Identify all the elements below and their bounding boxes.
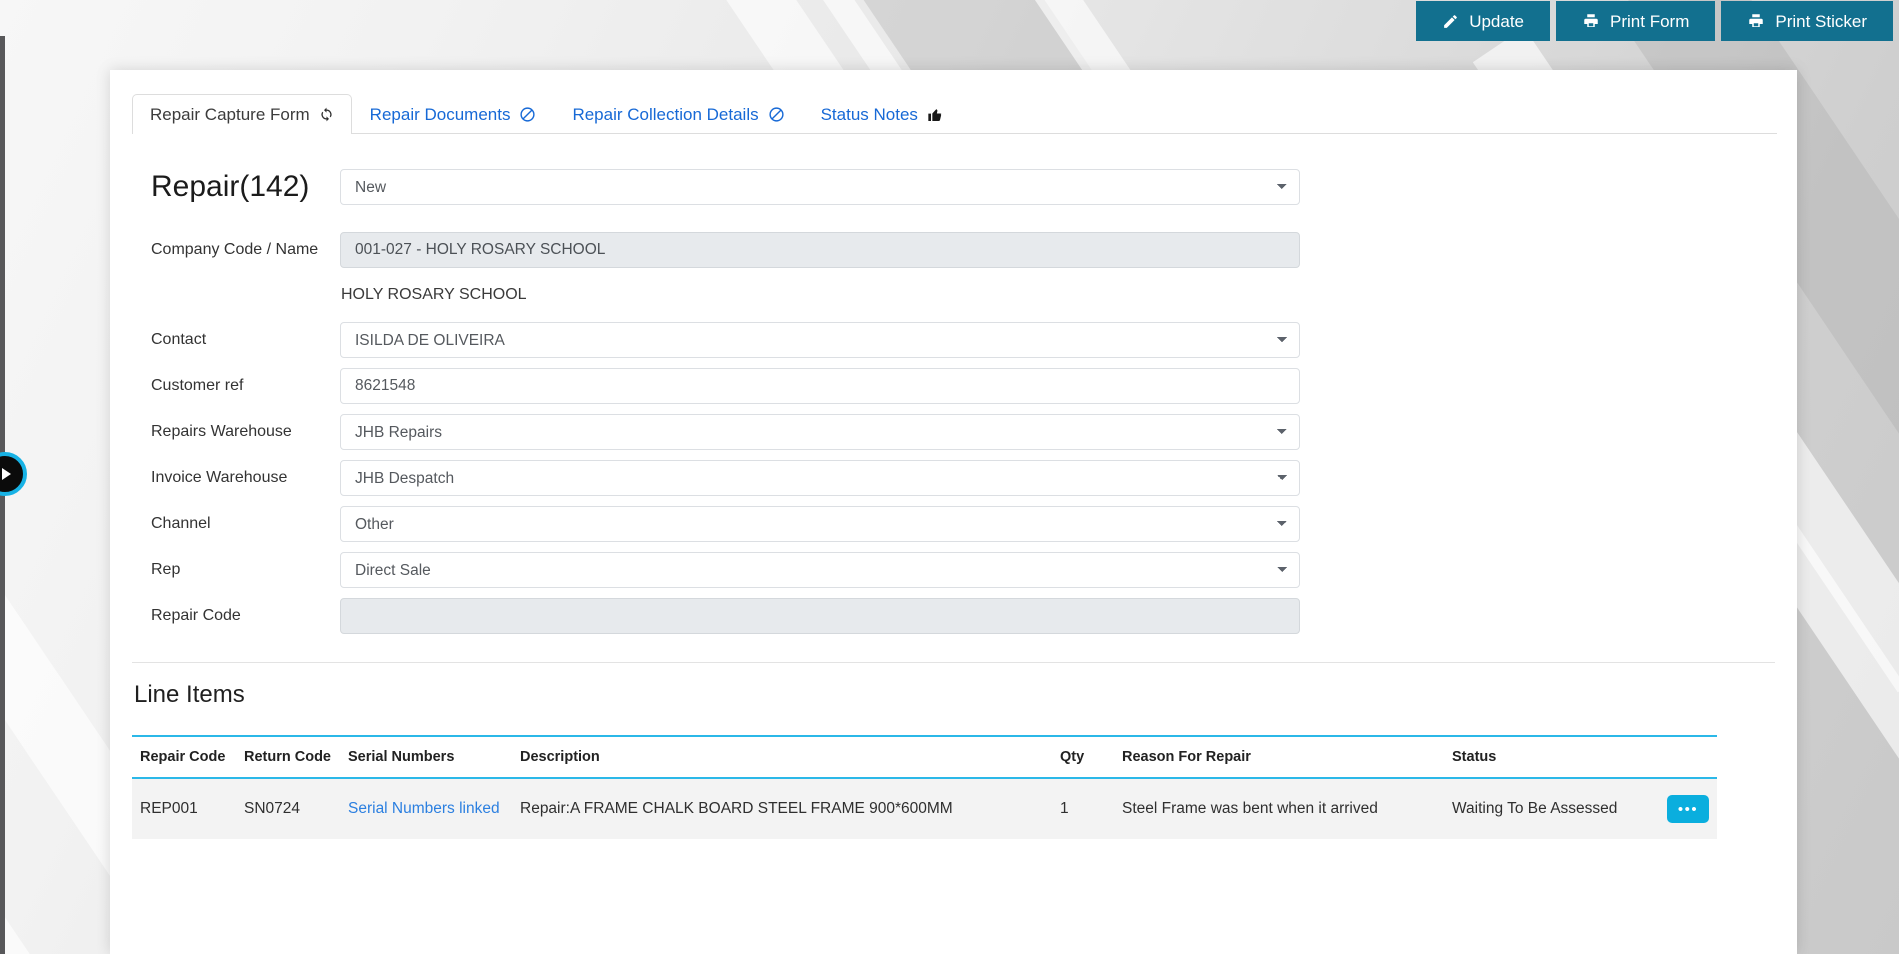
thumbs-up-icon bbox=[927, 107, 943, 123]
repair-code-field-wrap bbox=[340, 598, 1300, 635]
column-header-status: Status bbox=[1444, 735, 1659, 780]
column-header-serial-numbers: Serial Numbers bbox=[340, 735, 512, 780]
rep-label: Rep bbox=[151, 561, 181, 579]
app-background: Update Print Form Print Sticker Repair C… bbox=[0, 0, 1899, 954]
printer-icon bbox=[1582, 12, 1600, 30]
contact-select[interactable]: ISILDA DE OLIVEIRA bbox=[340, 322, 1300, 359]
company-input[interactable] bbox=[340, 232, 1300, 269]
company-label: Company Code / Name bbox=[151, 241, 319, 259]
ban-icon bbox=[768, 106, 785, 123]
tab-repair-documents[interactable]: Repair Documents bbox=[352, 94, 555, 134]
repairs-warehouse-field-wrap: JHB Repairs bbox=[340, 414, 1300, 451]
channel-row: Channel Other bbox=[110, 506, 1797, 543]
tab-label: Status Notes bbox=[820, 104, 918, 124]
channel-select[interactable]: Other bbox=[340, 506, 1300, 543]
column-header-return-code: Return Code bbox=[236, 735, 340, 780]
rep-select[interactable]: Direct Sale bbox=[340, 552, 1300, 589]
repair-code-input[interactable] bbox=[340, 598, 1300, 635]
line-items-title: Line Items bbox=[134, 681, 245, 709]
repairs-warehouse-select[interactable]: JHB Repairs bbox=[340, 414, 1300, 451]
contact-field-wrap: ISILDA DE OLIVEIRA bbox=[340, 322, 1300, 359]
main-content-card: Repair Capture Form Repair Documents Rep… bbox=[110, 70, 1797, 954]
status-select-wrap: New bbox=[340, 169, 1300, 206]
customer-ref-input[interactable] bbox=[340, 368, 1300, 405]
invoice-warehouse-field-wrap: JHB Despatch bbox=[340, 460, 1300, 497]
invoice-warehouse-label: Invoice Warehouse bbox=[151, 469, 288, 487]
pencil-icon bbox=[1442, 13, 1459, 30]
company-name-row: HOLY ROSARY SCHOOL bbox=[110, 278, 1797, 312]
cell-description: Repair:A FRAME CHALK BOARD STEEL FRAME 9… bbox=[512, 778, 1052, 840]
serial-numbers-link[interactable]: Serial Numbers linked bbox=[348, 800, 500, 817]
column-header-description: Description bbox=[512, 735, 1052, 780]
cell-serial-numbers[interactable]: Serial Numbers linked bbox=[340, 778, 512, 840]
print-sticker-button[interactable]: Print Sticker bbox=[1721, 1, 1893, 41]
company-field-wrap bbox=[340, 232, 1300, 269]
contact-row: Contact ISILDA DE OLIVEIRA bbox=[110, 322, 1797, 359]
repair-code-label: Repair Code bbox=[151, 607, 241, 625]
tab-repair-capture-form[interactable]: Repair Capture Form bbox=[132, 94, 352, 134]
customer-ref-row: Customer ref bbox=[110, 368, 1797, 405]
line-items-section: Line Items Repair Code Return Code Seria… bbox=[132, 662, 1775, 840]
status-select[interactable]: New bbox=[340, 169, 1300, 206]
rep-field-wrap: Direct Sale bbox=[340, 552, 1300, 589]
company-name-text: HOLY ROSARY SCHOOL bbox=[341, 286, 527, 304]
channel-label: Channel bbox=[151, 515, 211, 533]
update-button-label: Update bbox=[1469, 11, 1525, 31]
printer-icon bbox=[1747, 12, 1765, 30]
line-items-table-body: REP001 SN0724 Serial Numbers linked Repa… bbox=[132, 778, 1717, 840]
row-actions-button[interactable]: ••• bbox=[1667, 795, 1709, 824]
repairs-warehouse-label: Repairs Warehouse bbox=[151, 423, 292, 441]
tab-label: Repair Capture Form bbox=[150, 104, 310, 124]
column-header-qty: Qty bbox=[1052, 735, 1114, 780]
repairs-warehouse-row: Repairs Warehouse JHB Repairs bbox=[110, 414, 1797, 451]
tab-label: Repair Collection Details bbox=[572, 104, 759, 124]
cell-return-code: SN0724 bbox=[236, 778, 340, 840]
print-form-button[interactable]: Print Form bbox=[1556, 1, 1716, 41]
contact-label: Contact bbox=[151, 331, 207, 349]
print-form-button-label: Print Form bbox=[1610, 11, 1690, 31]
top-action-buttons: Update Print Form Print Sticker bbox=[1416, 1, 1893, 41]
tab-bar: Repair Capture Form Repair Documents Rep… bbox=[132, 92, 1777, 134]
top-action-bar: Update Print Form Print Sticker bbox=[0, 0, 1899, 42]
customer-ref-label: Customer ref bbox=[151, 377, 244, 395]
invoice-warehouse-select[interactable]: JHB Despatch bbox=[340, 460, 1300, 497]
cell-qty: 1 bbox=[1052, 778, 1114, 840]
page-title: Repair(142) bbox=[151, 170, 310, 204]
tab-label: Repair Documents bbox=[369, 104, 511, 124]
ban-icon bbox=[519, 106, 536, 123]
status-row: Repair(142) New bbox=[110, 152, 1797, 222]
invoice-warehouse-row: Invoice Warehouse JHB Despatch bbox=[110, 460, 1797, 497]
customer-ref-field-wrap bbox=[340, 368, 1300, 405]
chevron-right-icon bbox=[2, 468, 11, 480]
rep-row: Rep Direct Sale bbox=[110, 552, 1797, 589]
repair-code-row: Repair Code bbox=[110, 598, 1797, 635]
column-header-reason: Reason For Repair bbox=[1114, 735, 1444, 780]
channel-field-wrap: Other bbox=[340, 506, 1300, 543]
table-row[interactable]: REP001 SN0724 Serial Numbers linked Repa… bbox=[132, 778, 1717, 840]
cell-reason: Steel Frame was bent when it arrived bbox=[1114, 778, 1444, 840]
table-header-row: Repair Code Return Code Serial Numbers D… bbox=[132, 735, 1717, 780]
cell-actions: ••• bbox=[1659, 778, 1717, 840]
tab-status-notes[interactable]: Status Notes bbox=[803, 94, 961, 134]
column-header-repair-code: Repair Code bbox=[132, 735, 236, 780]
update-button[interactable]: Update bbox=[1416, 1, 1551, 41]
cell-status: Waiting To Be Assessed bbox=[1444, 778, 1659, 840]
page-title-wrap: Repair(142) bbox=[132, 152, 340, 222]
company-row: Company Code / Name bbox=[110, 232, 1797, 269]
print-sticker-button-label: Print Sticker bbox=[1775, 11, 1867, 31]
column-header-actions bbox=[1659, 735, 1717, 780]
line-items-table: Repair Code Return Code Serial Numbers D… bbox=[132, 735, 1717, 840]
line-items-table-head: Repair Code Return Code Serial Numbers D… bbox=[132, 735, 1717, 780]
cell-repair-code: REP001 bbox=[132, 778, 236, 840]
sidebar-expand-toggle[interactable] bbox=[0, 452, 27, 496]
sync-icon bbox=[319, 107, 334, 122]
tab-repair-collection-details[interactable]: Repair Collection Details bbox=[554, 94, 802, 134]
repair-capture-form: Repair(142) New Company Code / Name HOLY… bbox=[110, 134, 1797, 635]
